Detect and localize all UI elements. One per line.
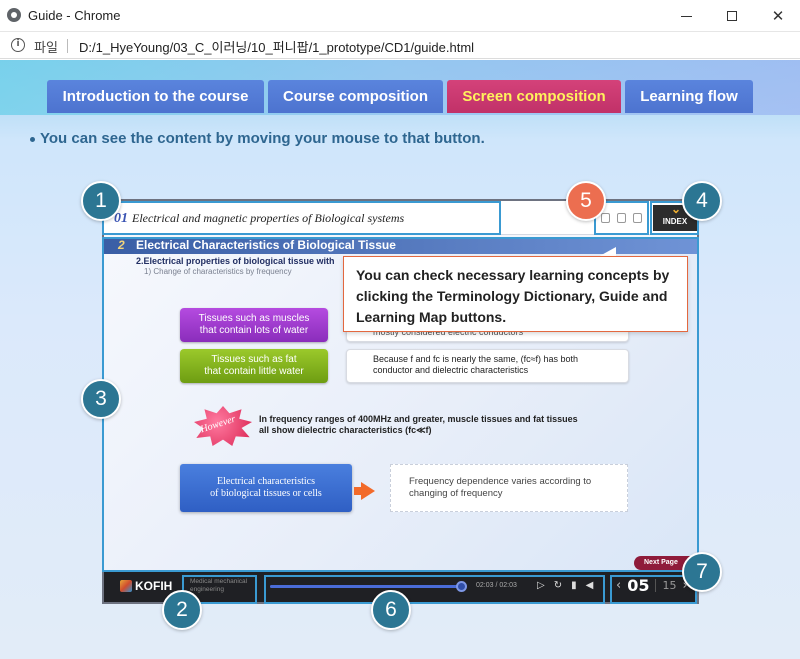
badge-5: 5 xyxy=(566,181,606,221)
dictionary-icon[interactable] xyxy=(601,213,610,223)
total-pages: 15 xyxy=(655,579,676,592)
frequency-note-line2: all show dielectric characteristics (fc≪… xyxy=(259,425,432,435)
tissue-fat-desc: Because f and fc is nearly the same, (fc… xyxy=(346,349,629,383)
course-name-line1: Medical mechanical xyxy=(190,578,248,585)
badge-3: 3 xyxy=(81,379,121,419)
tissue-fat-line2: that contain little water xyxy=(204,366,304,377)
guide-page: Introduction to the course Course compos… xyxy=(0,60,800,659)
window-title: Guide - Chrome xyxy=(28,8,121,23)
play-icon[interactable]: ▷ xyxy=(537,580,545,591)
kofih-logo-icon xyxy=(120,580,132,592)
badge-1: 1 xyxy=(81,181,121,221)
course-name-line2: engineering xyxy=(190,586,224,593)
badge-2: 2 xyxy=(162,590,202,630)
tissue-fat-line1: Tissues such as fat xyxy=(211,354,297,365)
protocol-label: 파일 xyxy=(34,40,58,55)
header-tools xyxy=(601,213,642,223)
tissue-muscle-line2: that contain lots of water xyxy=(199,325,309,336)
playback-controls: ▷ ↻ ▮ ◀ xyxy=(537,580,593,591)
badge-4: 4 xyxy=(682,181,722,221)
page-navigator: ‹ 05 15 › xyxy=(616,576,688,595)
close-icon: ✕ xyxy=(771,8,785,25)
chrome-icon xyxy=(7,8,21,22)
progress-fill xyxy=(270,585,462,588)
current-page: 05 xyxy=(627,576,650,595)
section-title: Electrical Characteristics of Biological… xyxy=(136,238,396,252)
maximize-icon xyxy=(727,11,737,21)
lesson-title: 01 Electrical and magnetic properties of … xyxy=(114,211,404,227)
kofih-logo-text: KOFIH xyxy=(135,579,173,593)
minimize-icon xyxy=(680,15,692,17)
url-text[interactable]: D:/1_HyeYoung/03_C_이러닝/10_퍼니팝/1_prototyp… xyxy=(79,37,474,56)
address-bar[interactable]: i 파일 D:/1_HyeYoung/03_C_이러닝/10_퍼니팝/1_pro… xyxy=(0,32,800,59)
maximize-button[interactable] xyxy=(709,0,755,32)
frequency-note: In frequency ranges of 400MHz and greate… xyxy=(259,414,609,436)
tissue-fat-desc-line1: Because f and fc is nearly the same, (fc… xyxy=(373,354,579,364)
minimize-button[interactable] xyxy=(663,0,709,32)
window-titlebar: Guide - Chrome ✕ xyxy=(0,0,800,32)
section-subsubtitle: 1) Change of characteristics by frequenc… xyxy=(144,267,292,276)
replay-icon[interactable]: ↻ xyxy=(554,580,562,591)
arrow-right-icon xyxy=(361,482,375,500)
address-separator xyxy=(67,39,68,53)
progress-bar[interactable] xyxy=(270,581,467,592)
learning-map-icon[interactable] xyxy=(633,213,642,223)
electrical-box-line2: of biological tissues or cells xyxy=(210,488,322,499)
badge-6: 6 xyxy=(371,590,411,630)
section-subtitle: 2.Electrical properties of biological ti… xyxy=(136,256,335,266)
playback-time: 02:03 / 02:03 xyxy=(476,582,517,589)
guide-icon[interactable] xyxy=(617,213,626,223)
tab-learning-flow[interactable]: Learning flow xyxy=(625,80,753,113)
close-button[interactable]: ✕ xyxy=(755,0,800,32)
frequency-note-line1: In frequency ranges of 400MHz and greate… xyxy=(259,414,578,424)
screen-header: 01 Electrical and magnetic properties of … xyxy=(104,201,697,235)
guide-tabs: Introduction to the course Course compos… xyxy=(47,80,753,113)
instruction-label: You can see the content by moving your m… xyxy=(40,130,485,147)
script-icon[interactable]: ▮ xyxy=(571,580,577,591)
frequency-box-line2: changing of frequency xyxy=(409,488,503,499)
bullet-icon xyxy=(30,136,35,142)
info-icon[interactable]: i xyxy=(11,38,25,52)
tab-introduction[interactable]: Introduction to the course xyxy=(47,80,264,113)
tissue-muscle-label: Tissues such as muscles that contain lot… xyxy=(180,308,328,342)
tab-course-composition[interactable]: Course composition xyxy=(268,80,443,113)
progress-knob[interactable] xyxy=(456,581,467,592)
instruction-text: You can see the content by moving your m… xyxy=(30,130,485,147)
tissue-fat-label: Tissues such as fat that contain little … xyxy=(180,349,328,383)
electrical-box-line1: Electrical characteristics xyxy=(217,476,315,487)
course-name: Medical mechanical engineering xyxy=(190,578,247,594)
electrical-characteristics-box: Electrical characteristics of biological… xyxy=(180,464,352,512)
badge-7: 7 xyxy=(682,552,722,592)
tab-screen-composition[interactable]: Screen composition xyxy=(447,80,621,113)
volume-icon[interactable]: ◀ xyxy=(586,580,594,591)
frequency-box-line1: Frequency dependence varies according to xyxy=(409,476,592,487)
lesson-title-text: Electrical and magnetic properties of Bi… xyxy=(132,211,405,225)
kofih-logo: KOFIH xyxy=(120,579,172,593)
frequency-dependence-box: Frequency dependence varies according to… xyxy=(390,464,628,512)
tooltip: You can check necessary learning concept… xyxy=(343,256,688,332)
tissue-muscle-line1: Tissues such as muscles xyxy=(198,313,310,324)
tissue-fat-desc-line2: conductor and dielectric characteristics xyxy=(373,365,529,375)
prev-page-icon[interactable]: ‹ xyxy=(616,578,621,593)
section-number: 2 xyxy=(118,238,125,252)
